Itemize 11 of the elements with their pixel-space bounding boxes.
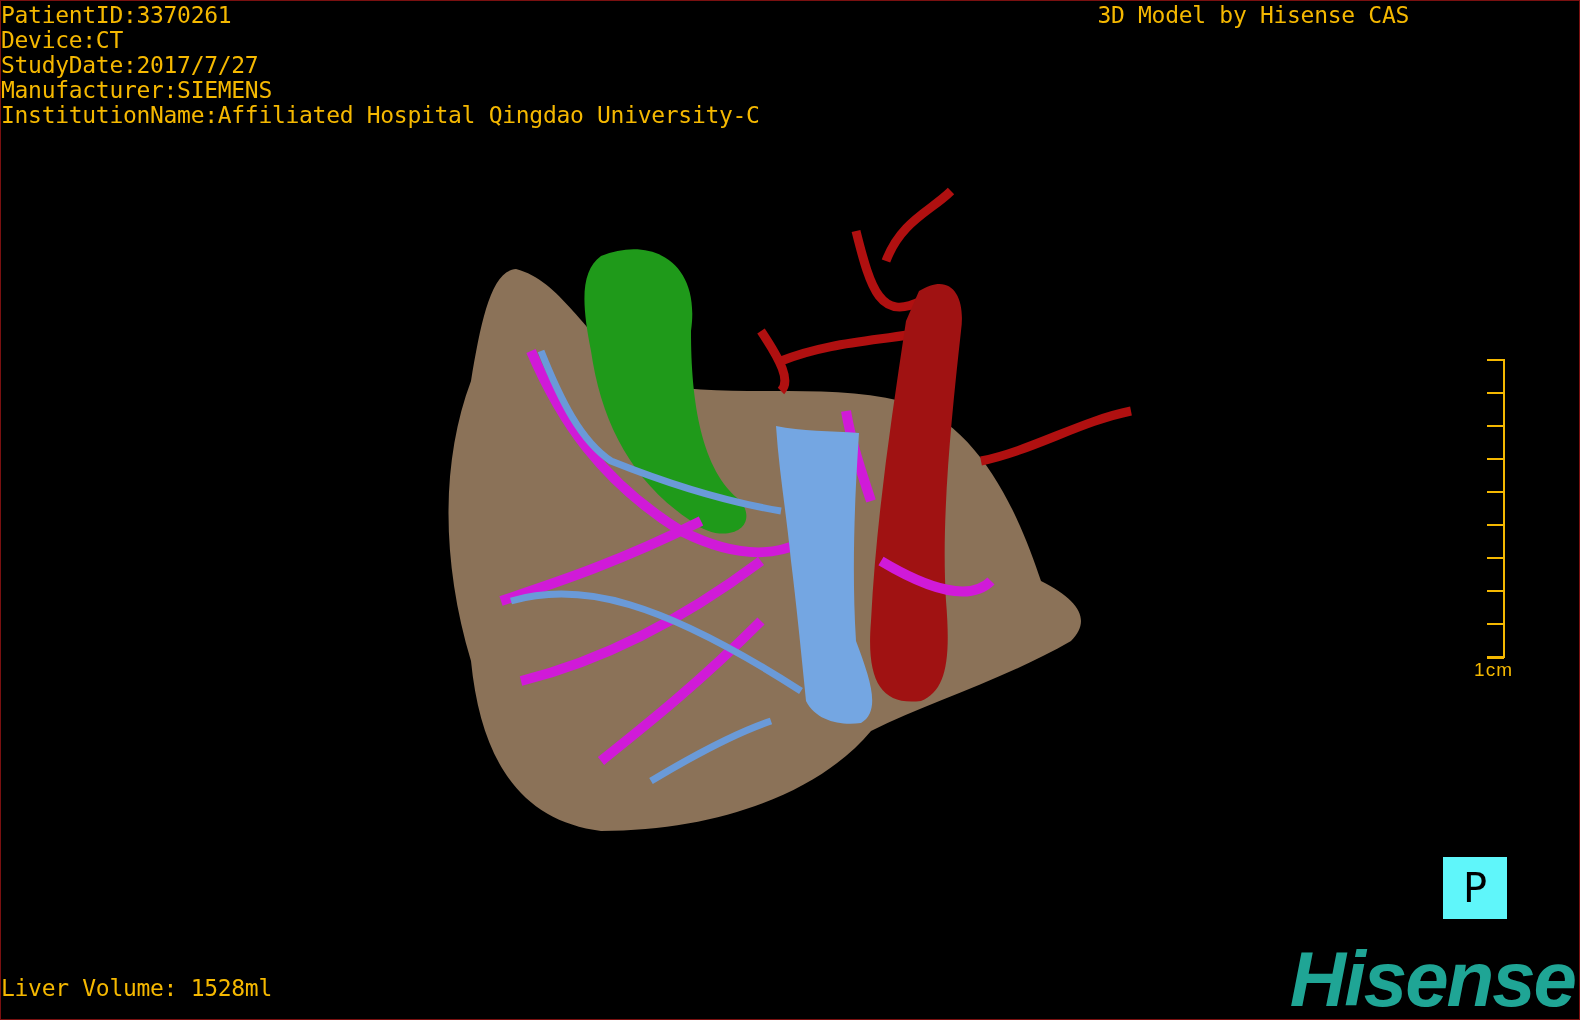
patient-info-text: PatientID:3370261	[1, 3, 233, 28]
patient-info-text: Device:CT	[1, 28, 124, 53]
orientation-marker[interactable]: P	[1443, 857, 1507, 919]
liver-volume-text: Liver Volume: 1528ml	[1, 976, 272, 1003]
patient-info-text: StudyDate:2017/7/27	[1, 53, 260, 78]
scale-label: 1cm	[1474, 660, 1513, 680]
brand-logo: Hisense	[1289, 945, 1576, 1019]
viewer-title: 3D Model by Hisense CAS	[1097, 3, 1409, 28]
patient-info-text: Manufacturer:SIEMENS	[1, 78, 273, 103]
patient-info-text: InstitutionName:Affiliated Hospital Qingdao University-C	[1, 103, 760, 128]
viewport-3d[interactable]: PatientID:3370261 Device:CT StudyDate:2017/7/27 Manufacturer:SIEMENS InstitutionName:Affiliated Hospital Qingdao University-C 3D Model by Hisense CAS 1cm Liver Volume: 1528ml P Hisense	[0, 0, 1580, 1020]
